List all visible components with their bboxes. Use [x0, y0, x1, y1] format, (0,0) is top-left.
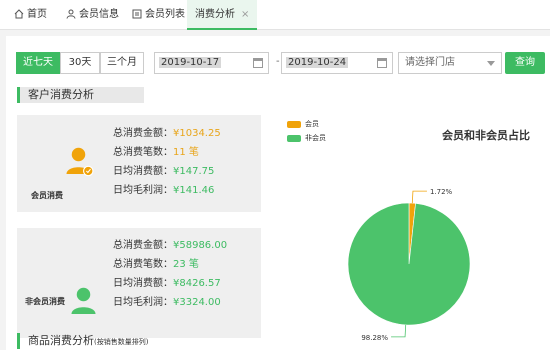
analysis-panel: 近七天 30天 三个月 2019-10-17 - 2019-10-24 请选择门… — [6, 36, 550, 350]
chevron-down-icon — [487, 61, 495, 66]
stat-key: 日均消费额： — [113, 166, 173, 177]
section-goods-label: 商品消费分析 — [28, 334, 94, 347]
section-goods-sub: (按销售数量排列) — [94, 338, 149, 346]
tab-member-info[interactable]: 会员信息 — [66, 0, 119, 30]
home-icon — [14, 9, 24, 19]
stat-value: 23 笔 — [173, 259, 199, 270]
tab-member-list[interactable]: 会员列表 — [132, 0, 185, 30]
stat-key: 日均毛利润： — [113, 297, 173, 308]
member-avatar-icon — [66, 147, 94, 177]
start-date-field[interactable]: 2019-10-17 — [154, 52, 269, 74]
stat-key: 总消费金额： — [113, 128, 173, 139]
stat-value: ¥1034.25 — [173, 128, 221, 139]
member-card: 会员消费 总消费金额：¥1034.25 总消费笔数：11 笔 日均消费额：¥14… — [17, 115, 261, 212]
pie-data-label-0: 1.72% — [430, 188, 453, 196]
pie-chart: 1.72% 98.28% — [347, 188, 471, 342]
tab-consumption-analysis-label: 消费分析 — [195, 9, 235, 20]
stat-value: ¥147.75 — [173, 166, 215, 177]
stat-value: ¥141.46 — [173, 185, 215, 196]
range-7days-button[interactable]: 近七天 — [16, 52, 60, 74]
tab-home-label: 首页 — [27, 9, 47, 20]
pie-label-line-1 — [391, 324, 407, 338]
end-date-value: 2019-10-24 — [286, 57, 349, 68]
range-30days-button[interactable]: 30天 — [60, 52, 100, 74]
section-customer-title: 客户消费分析 — [17, 87, 144, 103]
stat-value: 11 笔 — [173, 147, 199, 158]
nonmember-card: 非会员消费 总消费金额：¥58986.00 总消费笔数：23 笔 日均消费额：¥… — [17, 228, 261, 338]
end-date-field[interactable]: 2019-10-24 — [281, 52, 393, 74]
query-button[interactable]: 查询 — [505, 52, 545, 74]
stat-value: ¥8426.57 — [173, 278, 221, 289]
section-goods-title: 商品消费分析(按销售数量排列) — [17, 333, 217, 349]
member-stats: 总消费金额：¥1034.25 总消费笔数：11 笔 日均消费额：¥147.75 … — [113, 124, 221, 200]
stat-key: 总消费笔数： — [113, 147, 173, 158]
tab-bar: 首页 会员信息 会员列表 消费分析 × — [0, 0, 550, 30]
member-label: 会员消费 — [31, 191, 63, 200]
close-icon[interactable]: × — [241, 9, 249, 20]
main-content: 近七天 30天 三个月 2019-10-17 - 2019-10-24 请选择门… — [0, 31, 550, 350]
pie-data-label-1: 98.28% — [361, 334, 388, 342]
user-icon — [66, 9, 76, 19]
stat-value: ¥3324.00 — [173, 297, 221, 308]
calendar-icon — [377, 58, 387, 68]
stat-key: 总消费笔数： — [113, 259, 173, 270]
nonmember-label: 非会员消费 — [25, 297, 65, 306]
nonmember-stats: 总消费金额：¥58986.00 总消费笔数：23 笔 日均消费额：¥8426.5… — [113, 236, 227, 312]
stat-key: 总消费金额： — [113, 240, 173, 251]
start-date-value: 2019-10-17 — [159, 57, 222, 68]
list-icon — [132, 9, 142, 19]
tab-home[interactable]: 首页 — [14, 0, 47, 30]
stat-key: 日均消费额： — [113, 278, 173, 289]
tab-consumption-analysis[interactable]: 消费分析 × — [187, 0, 258, 30]
date-separator: - — [276, 56, 280, 67]
tab-member-list-label: 会员列表 — [145, 9, 185, 20]
pie-chart-box: 会员 非会员 会员和非会员占比 1.72% 98.28% — [275, 115, 538, 347]
pie-label-line-0 — [411, 190, 427, 204]
store-select[interactable]: 请选择门店 — [398, 52, 502, 74]
store-select-placeholder: 请选择门店 — [405, 57, 455, 68]
range-3months-button[interactable]: 三个月 — [100, 52, 144, 74]
pie-slice-1[interactable] — [347, 202, 471, 326]
nonmember-avatar-icon — [71, 287, 96, 314]
calendar-icon — [253, 58, 263, 68]
tab-member-info-label: 会员信息 — [79, 9, 119, 20]
stat-value: ¥58986.00 — [173, 240, 228, 251]
stat-key: 日均毛利润： — [113, 185, 173, 196]
